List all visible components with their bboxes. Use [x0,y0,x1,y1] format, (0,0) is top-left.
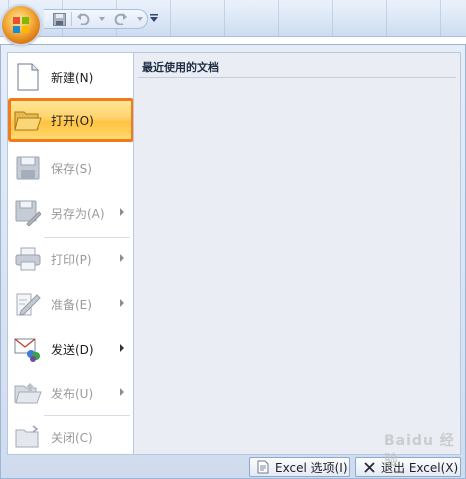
submenu-arrow-icon [120,344,124,352]
menu-item-label: 另存为(A) [51,206,105,221]
menu-item-label: 打开(O) [51,113,94,128]
recent-documents-title: 最近使用的文档 [142,61,219,74]
open-folder-icon [13,105,43,135]
new-document-icon [13,62,43,92]
menu-item-label: 打印(P) [51,252,92,267]
quick-access-toolbar [44,9,148,29]
office-logo-icon [13,17,29,33]
menu-item-label: 准备(E) [51,297,92,312]
menu-item-label: 新建(N) [51,70,94,85]
menu-item-new[interactable]: 新建(N) [10,57,132,97]
close-icon [362,460,376,474]
menu-item-send[interactable]: 发送(D) [10,329,132,369]
close-folder-icon [13,422,43,452]
submenu-arrow-icon [120,254,124,262]
menu-item-close[interactable]: 关闭(C) [10,417,132,457]
menu-item-label: 关闭(C) [51,430,93,445]
redo-quick-button[interactable] [113,11,128,27]
menu-separator [44,415,130,416]
submenu-arrow-icon [120,299,124,307]
menu-item-save[interactable]: 保存(S) [10,148,132,188]
customize-arrow-icon [150,14,158,22]
options-icon [256,460,270,474]
prepare-icon [13,289,43,319]
recent-documents-divider [138,77,456,78]
send-icon [13,334,43,364]
undo-icon [77,13,90,25]
menu-item-publish[interactable]: 发布(U) [10,373,132,413]
excel-options-label: Excel 选项(I) [275,460,348,475]
menu-item-open[interactable]: 打开(O) [8,98,134,142]
menu-item-label: 发送(D) [51,342,94,357]
menu-item-label: 保存(S) [51,161,92,176]
publish-icon [13,378,43,408]
office-menu: 新建(N) 打开(O) 保存(S) 另存为(A) 打印(P) 准备(E) 发送(… [0,44,466,479]
watermark: Baidu 经验 [384,433,455,469]
excel-options-button[interactable]: Excel 选项(I) [249,457,350,477]
menu-item-print[interactable]: 打印(P) [10,239,132,279]
menu-item-label: 发布(U) [51,386,94,401]
save-quick-button[interactable] [52,11,67,27]
submenu-arrow-icon [120,388,124,396]
printer-icon [13,244,43,274]
redo-dropdown[interactable] [132,11,147,27]
qat-separator [70,12,72,26]
customize-qat-button[interactable] [150,12,160,24]
menu-separator [44,237,130,238]
save-as-icon [13,198,43,228]
save-icon [52,12,66,26]
menu-item-save-as[interactable]: 另存为(A) [10,193,132,233]
submenu-arrow-icon [120,208,124,216]
save-disk-icon [13,153,43,183]
undo-quick-button[interactable] [76,11,91,27]
redo-icon [114,13,127,25]
menu-item-prepare[interactable]: 准备(E) [10,284,132,324]
chevron-down-icon [136,17,143,21]
office-menu-commands: 新建(N) 打开(O) 保存(S) 另存为(A) 打印(P) 准备(E) 发送(… [7,52,134,455]
recent-documents-pane: 最近使用的文档 [133,52,461,455]
chevron-down-icon [98,17,105,21]
office-button[interactable] [2,6,40,44]
undo-dropdown[interactable] [95,11,110,27]
